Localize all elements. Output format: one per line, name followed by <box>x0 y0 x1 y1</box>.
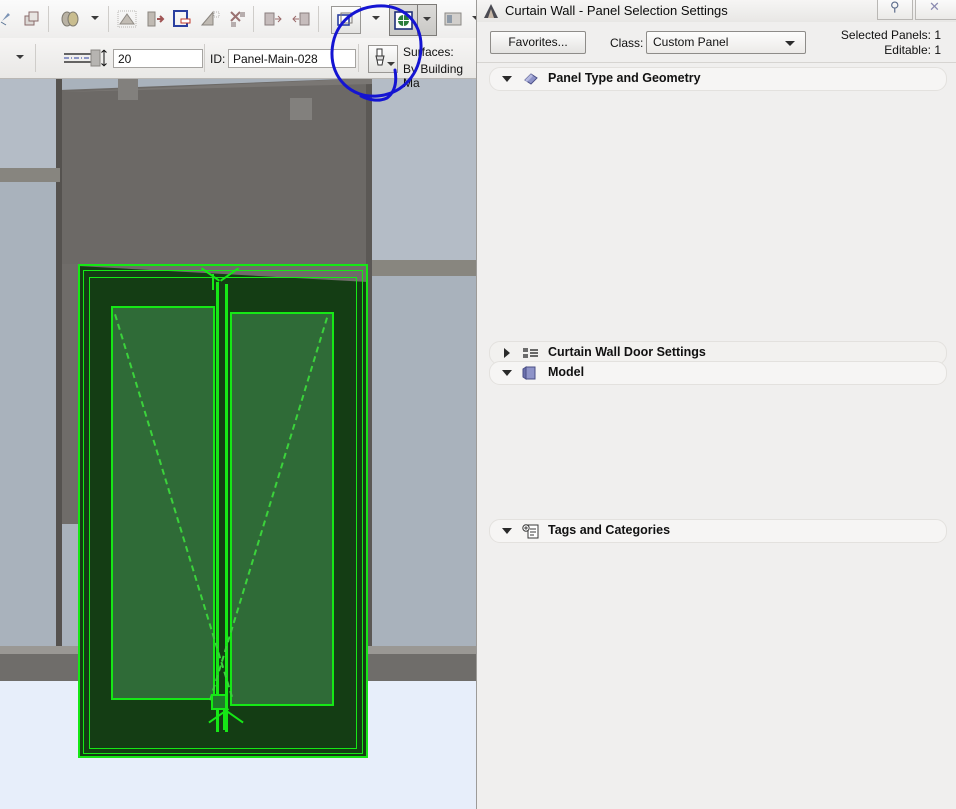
id-label: ID: <box>210 52 226 66</box>
dialog-title: Curtain Wall - Panel Selection Settings <box>505 3 728 18</box>
main-toolbar[interactable] <box>0 0 480 39</box>
dropdown-caret-icon[interactable] <box>91 16 99 20</box>
paint-dropdown-caret-icon <box>387 62 395 66</box>
toolbar-divider-dotted <box>318 6 319 32</box>
class-value: Custom Panel <box>653 35 729 49</box>
glass-pane-right-top <box>370 78 478 268</box>
marquee-icon[interactable] <box>0 9 20 29</box>
archicad-logo-icon <box>484 4 498 18</box>
ledge-left <box>0 168 60 182</box>
glass-pane-left <box>0 181 60 441</box>
paint-brush-icon <box>375 48 385 66</box>
panel-selection-settings-dialog: Curtain Wall - Panel Selection Settings … <box>476 0 956 809</box>
close-button[interactable]: ✕ <box>915 0 956 20</box>
help-button[interactable]: ⚲ <box>877 0 913 20</box>
favorites-button[interactable]: Favorites... <box>490 31 586 54</box>
help-icon: ⚲ <box>890 0 900 14</box>
door-center-mullion <box>216 282 219 732</box>
door-leaf-right <box>230 312 334 706</box>
door-settings-icon <box>523 348 538 358</box>
copy-layers-icon[interactable] <box>22 9 42 29</box>
glass-pane-left-top <box>0 78 56 178</box>
merge-left-icon[interactable] <box>263 9 283 29</box>
section-title: Tags and Categories <box>548 523 671 537</box>
surfaces-value[interactable]: By Building Ma <box>403 62 478 90</box>
wall-upper <box>60 78 370 268</box>
close-icon: ✕ <box>929 0 940 14</box>
collapse-triangle-icon[interactable] <box>502 370 512 376</box>
tags-icon <box>522 524 539 539</box>
section-tags-and-categories[interactable]: Tags and Categories <box>489 519 947 543</box>
3d-view-dropdown[interactable] <box>417 4 437 36</box>
beam-1 <box>118 78 138 100</box>
window-frame-icon[interactable] <box>443 9 463 29</box>
mesh-icon[interactable] <box>58 9 84 29</box>
section-title: Curtain Wall Door Settings <box>548 345 706 359</box>
door-handle-hotspot[interactable] <box>211 694 227 710</box>
wall-reference-icon[interactable] <box>172 9 192 29</box>
editable-count: Editable: 1 <box>884 43 941 57</box>
section-model[interactable]: Model <box>489 361 947 385</box>
expand-triangle-icon[interactable] <box>504 348 510 358</box>
split-icon[interactable] <box>228 9 248 29</box>
ledge-right <box>372 260 478 276</box>
door-center-mullion-2 <box>225 284 228 732</box>
selected-curtain-wall-panel[interactable] <box>78 258 368 758</box>
section-title: Panel Type and Geometry <box>548 71 701 85</box>
collapse-triangle-icon[interactable] <box>502 76 512 82</box>
section-panel-type-geometry[interactable]: Panel Type and Geometry <box>489 67 947 91</box>
id-input[interactable]: Panel-Main-028 <box>228 49 356 68</box>
roof-icon[interactable] <box>117 9 137 29</box>
3d-view-button[interactable] <box>389 4 419 36</box>
model-icon <box>522 366 536 380</box>
globe-3d-icon <box>394 11 413 30</box>
glass-pane-right <box>372 274 478 464</box>
slab-edge-icon[interactable] <box>200 9 220 29</box>
panel-geometry-icon <box>524 73 538 85</box>
surfaces-label: Surfaces: <box>403 45 454 59</box>
dropdown-caret-2-icon[interactable] <box>372 16 380 20</box>
section-title: Model <box>548 365 585 379</box>
3d-viewport[interactable] <box>0 78 478 809</box>
merge-right-icon[interactable] <box>291 9 311 29</box>
infobar-dropdown-caret-icon[interactable] <box>16 55 24 59</box>
wall-offset-icon[interactable] <box>145 9 165 29</box>
dialog-titlebar[interactable]: Curtain Wall - Panel Selection Settings … <box>477 0 956 23</box>
frame-icon <box>337 12 353 26</box>
frame-button[interactable] <box>331 6 361 34</box>
thickness-input[interactable]: 20 <box>113 49 203 68</box>
info-bar[interactable]: 20 ID: Panel-Main-028 Surfaces: By Build… <box>0 38 478 90</box>
beam-2 <box>290 98 312 120</box>
dialog-header: Favorites... Class: Custom Panel Selecte… <box>477 22 956 63</box>
dropdown-caret-3-icon <box>423 17 431 21</box>
panel-thickness-icon <box>64 49 107 67</box>
surface-paint-button[interactable] <box>368 45 398 73</box>
selected-panels-count: Selected Panels: 1 <box>840 28 941 42</box>
door-leaf-left <box>111 306 215 700</box>
collapse-triangle-icon[interactable] <box>502 528 512 534</box>
class-label: Class: <box>610 36 644 50</box>
